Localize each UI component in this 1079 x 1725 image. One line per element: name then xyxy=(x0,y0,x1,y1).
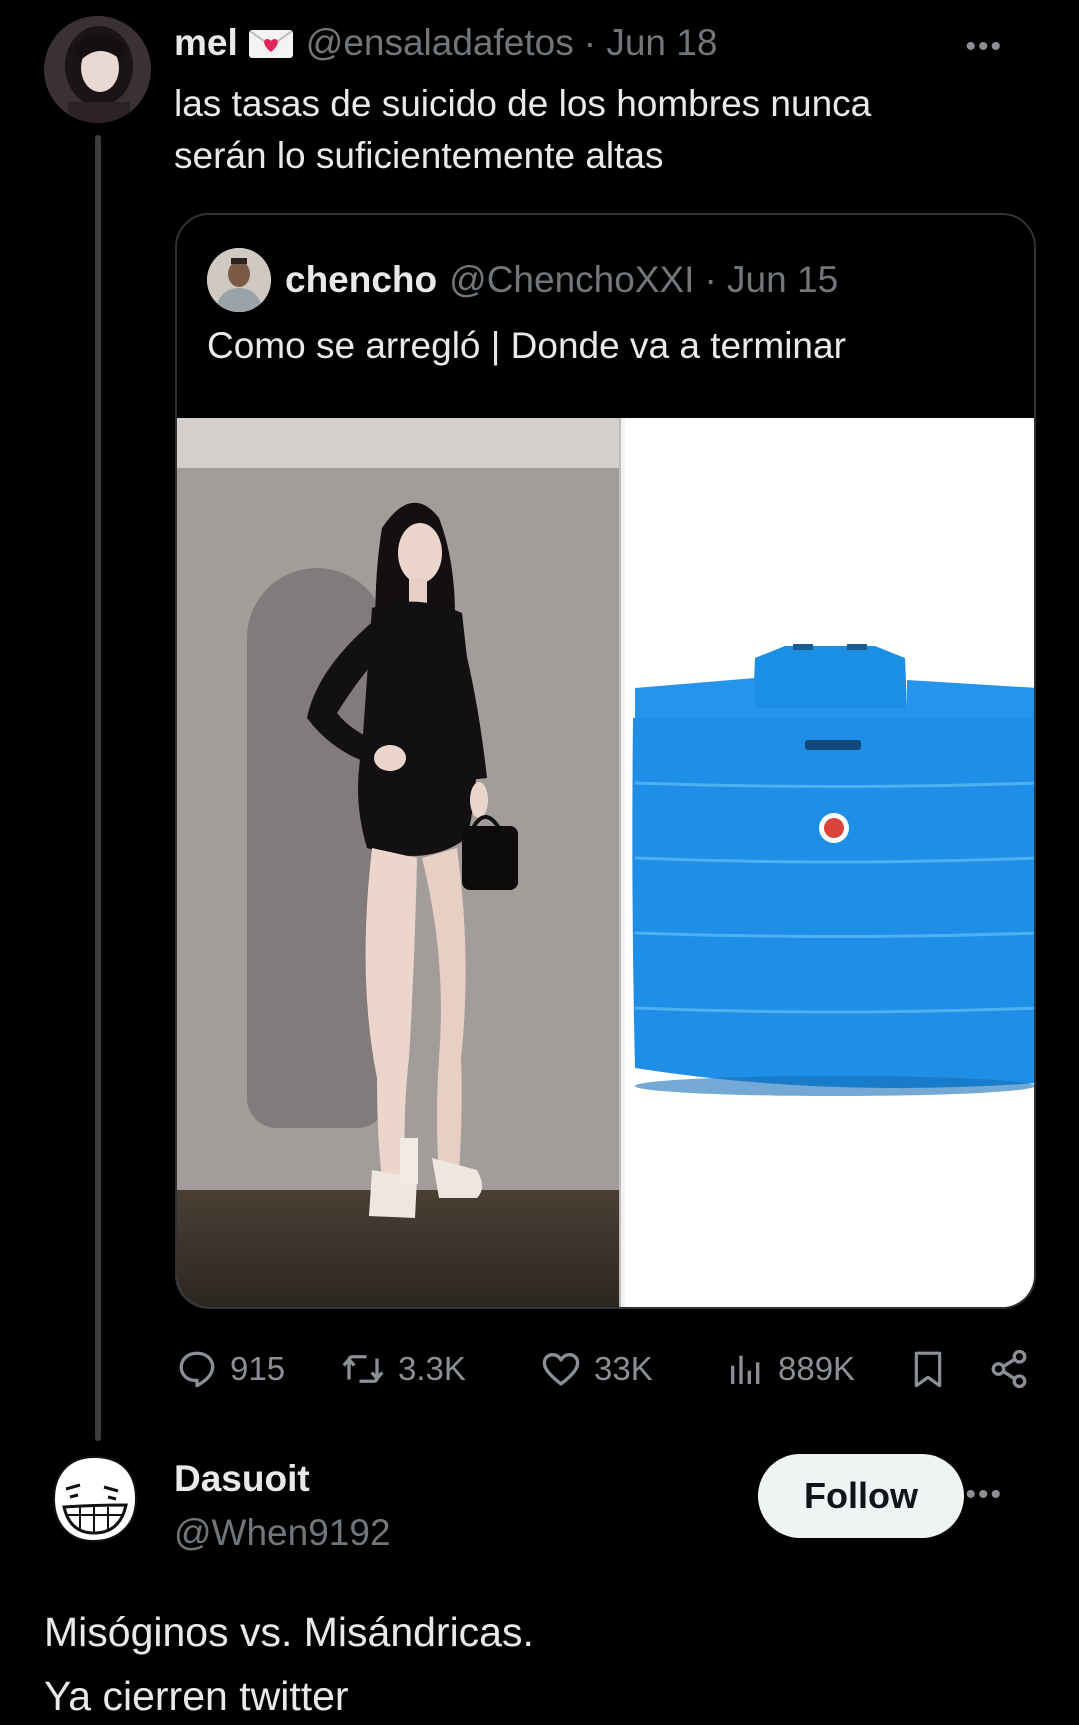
quote-image[interactable] xyxy=(177,418,1034,1307)
quote-header: chencho @ChenchoXXI · Jun 15 xyxy=(285,251,838,309)
like-count: 33K xyxy=(594,1350,653,1387)
reply-avatar[interactable] xyxy=(48,1453,140,1545)
reply-text: Misóginos vs. Misándricas. Ya cierren tw… xyxy=(44,1600,534,1725)
engagement-bar: 915 3.3K 33K 889K xyxy=(176,1343,1036,1395)
bookmark-icon xyxy=(914,1351,942,1388)
quote-author-handle[interactable]: @ChenchoXXI xyxy=(449,259,694,301)
follow-button[interactable]: Follow xyxy=(758,1454,964,1538)
more-options-icon[interactable]: ••• xyxy=(965,30,1003,64)
woman-figure xyxy=(307,502,518,1218)
tweet-text-line: serán lo suficientemente altas xyxy=(174,135,664,176)
views-count: 889K xyxy=(778,1350,856,1387)
quoted-tweet[interactable]: chencho @ChenchoXXI · Jun 15 Como se arr… xyxy=(175,213,1036,1309)
author-name[interactable]: mel xyxy=(174,22,238,64)
reply-count: 915 xyxy=(230,1350,286,1387)
reply-author-handle[interactable]: @When9192 xyxy=(174,1512,391,1554)
quote-text: Como se arregló | Donde va a terminar xyxy=(207,325,846,366)
share-button[interactable] xyxy=(988,1343,1042,1395)
repost-icon xyxy=(342,1355,384,1383)
reply-author-name[interactable]: Dasuoit xyxy=(174,1458,310,1500)
photo-woman xyxy=(177,418,619,1307)
tweet-text-line: las tasas de suicido de los hombres nunc… xyxy=(174,83,872,124)
reply-button[interactable]: 915 xyxy=(176,1343,285,1395)
love-letter-icon xyxy=(248,27,294,59)
water-tank-image xyxy=(625,418,1034,1307)
share-icon xyxy=(991,1349,1027,1389)
views-icon xyxy=(731,1355,760,1384)
repost-button[interactable]: 3.3K xyxy=(340,1343,466,1395)
views-button[interactable]: 889K xyxy=(726,1343,855,1395)
like-icon xyxy=(542,1352,580,1386)
repost-count: 3.3K xyxy=(398,1350,466,1387)
reply-icon xyxy=(179,1351,215,1388)
like-button[interactable]: 33K xyxy=(540,1343,653,1395)
reply-text-line: Ya cierren twitter xyxy=(44,1673,349,1719)
author-handle[interactable]: @ensaladafetos xyxy=(306,22,574,64)
avatar[interactable] xyxy=(44,16,151,123)
reply-text-line: Misóginos vs. Misándricas. xyxy=(44,1609,534,1655)
bookmark-button[interactable] xyxy=(908,1343,960,1395)
tweet-date[interactable]: · Jun 18 xyxy=(584,22,718,64)
tweet-text: las tasas de suicido de los hombres nunc… xyxy=(174,78,1034,182)
thread-line xyxy=(95,135,101,1441)
more-options-icon[interactable]: ••• xyxy=(965,1478,1003,1512)
quote-author-name[interactable]: chencho xyxy=(285,259,437,301)
quote-date[interactable]: · Jun 15 xyxy=(704,259,838,301)
tweet-header: mel @ensaladafetos · Jun 18 xyxy=(174,18,717,68)
quote-avatar[interactable] xyxy=(207,248,271,312)
